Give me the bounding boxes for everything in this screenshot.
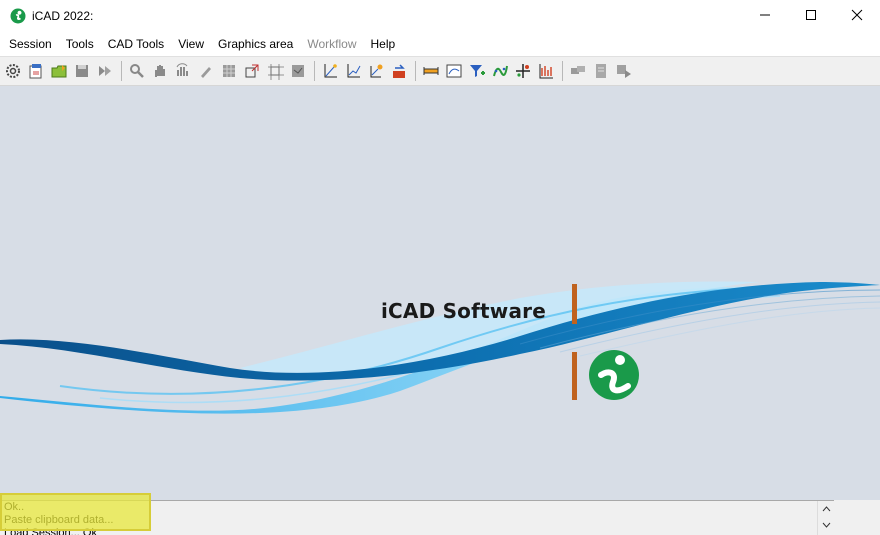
axis-graph-button[interactable]: [343, 61, 363, 81]
console-highlight: [0, 493, 151, 531]
open-folder-icon: [51, 65, 67, 78]
frequency-plot-button[interactable]: [536, 61, 556, 81]
data-export-icon: [393, 64, 405, 78]
title-bar: iCAD 2022:: [0, 0, 880, 32]
close-button[interactable]: [834, 0, 880, 30]
scroll-down-button[interactable]: [818, 517, 834, 533]
forward-icon: [617, 65, 631, 78]
menu-cad-tools[interactable]: CAD Tools: [101, 33, 171, 55]
axis-star-button[interactable]: [366, 61, 386, 81]
settings-gear-icon: [6, 64, 20, 78]
layers-button[interactable]: [288, 61, 308, 81]
new-session-button[interactable]: [26, 61, 46, 81]
menu-session[interactable]: Session: [2, 33, 59, 55]
grid-cube-button[interactable]: [219, 61, 239, 81]
crosshair-button[interactable]: [513, 61, 533, 81]
menu-graphics-area[interactable]: Graphics area: [211, 33, 300, 55]
document-icon: [596, 64, 606, 78]
curve-fit-button[interactable]: [490, 61, 510, 81]
document-button[interactable]: [591, 61, 611, 81]
zoom-button[interactable]: [127, 61, 147, 81]
app-logo-icon: [10, 8, 26, 24]
rotate-button[interactable]: [173, 61, 193, 81]
export-arrow-icon: [99, 66, 111, 76]
axis-graph-icon: [347, 64, 361, 78]
axis-plot-icon: [324, 64, 337, 78]
frequency-plot-icon: [539, 64, 553, 79]
axis-star-icon: [370, 64, 383, 78]
crosshair-icon: [516, 64, 530, 78]
menu-help[interactable]: Help: [363, 33, 402, 55]
menu-bar: Session Tools CAD Tools View Graphics ar…: [0, 32, 880, 56]
minimize-button[interactable]: [742, 0, 788, 30]
open-button[interactable]: [49, 61, 69, 81]
toolbar: [0, 56, 880, 86]
measure-button[interactable]: [421, 61, 441, 81]
toolbar-separator: [562, 61, 563, 81]
toolbar-separator: [314, 61, 315, 81]
pen-icon: [201, 67, 211, 78]
zoom-icon: [130, 64, 144, 78]
chevron-down-icon: [822, 522, 830, 528]
toolbar-separator: [121, 61, 122, 81]
export-button[interactable]: [95, 61, 115, 81]
chart-window-button[interactable]: [444, 61, 464, 81]
toolbar-separator: [415, 61, 416, 81]
console-side-panel: [834, 500, 880, 535]
filter-add-button[interactable]: [467, 61, 487, 81]
data-export-button[interactable]: [389, 61, 409, 81]
forward-button[interactable]: [614, 61, 634, 81]
fit-view-icon: [245, 64, 259, 78]
layers-icon: [292, 65, 304, 77]
curve-fit-icon: [493, 65, 508, 77]
pan-button[interactable]: [150, 61, 170, 81]
chart-window-icon: [446, 64, 462, 78]
maximize-icon: [806, 10, 816, 20]
grid-cube-icon: [223, 65, 235, 77]
filter-add-icon: [470, 65, 485, 77]
maximize-button[interactable]: [788, 0, 834, 30]
scroll-up-button[interactable]: [818, 501, 834, 517]
macro-icon: [571, 66, 585, 74]
menu-tools[interactable]: Tools: [59, 33, 101, 55]
splash-logo-text: iCAD Software: [381, 299, 546, 323]
chevron-up-icon: [822, 506, 830, 512]
axis-plot-button[interactable]: [320, 61, 340, 81]
menu-view[interactable]: View: [171, 33, 211, 55]
minimize-icon: [760, 14, 770, 16]
console-scrollbar[interactable]: [817, 501, 834, 535]
fit-view-button[interactable]: [242, 61, 262, 81]
measure-ruler-icon: [423, 67, 439, 75]
splash-wave-graphic: [0, 281, 880, 414]
close-icon: [851, 9, 863, 21]
window-title: iCAD 2022:: [32, 9, 94, 23]
graphics-area[interactable]: iCAD Software: [0, 86, 880, 500]
pen-button[interactable]: [196, 61, 216, 81]
settings-button[interactable]: [3, 61, 23, 81]
new-session-icon: [29, 64, 42, 79]
frame-button[interactable]: [265, 61, 285, 81]
save-button[interactable]: [72, 61, 92, 81]
frame-icon: [268, 64, 284, 80]
menu-workflow[interactable]: Workflow: [300, 33, 363, 55]
macro-button[interactable]: [568, 61, 588, 81]
save-disk-icon: [76, 65, 88, 77]
rotate-hand-icon: [176, 63, 188, 76]
pan-hand-icon: [155, 65, 165, 77]
